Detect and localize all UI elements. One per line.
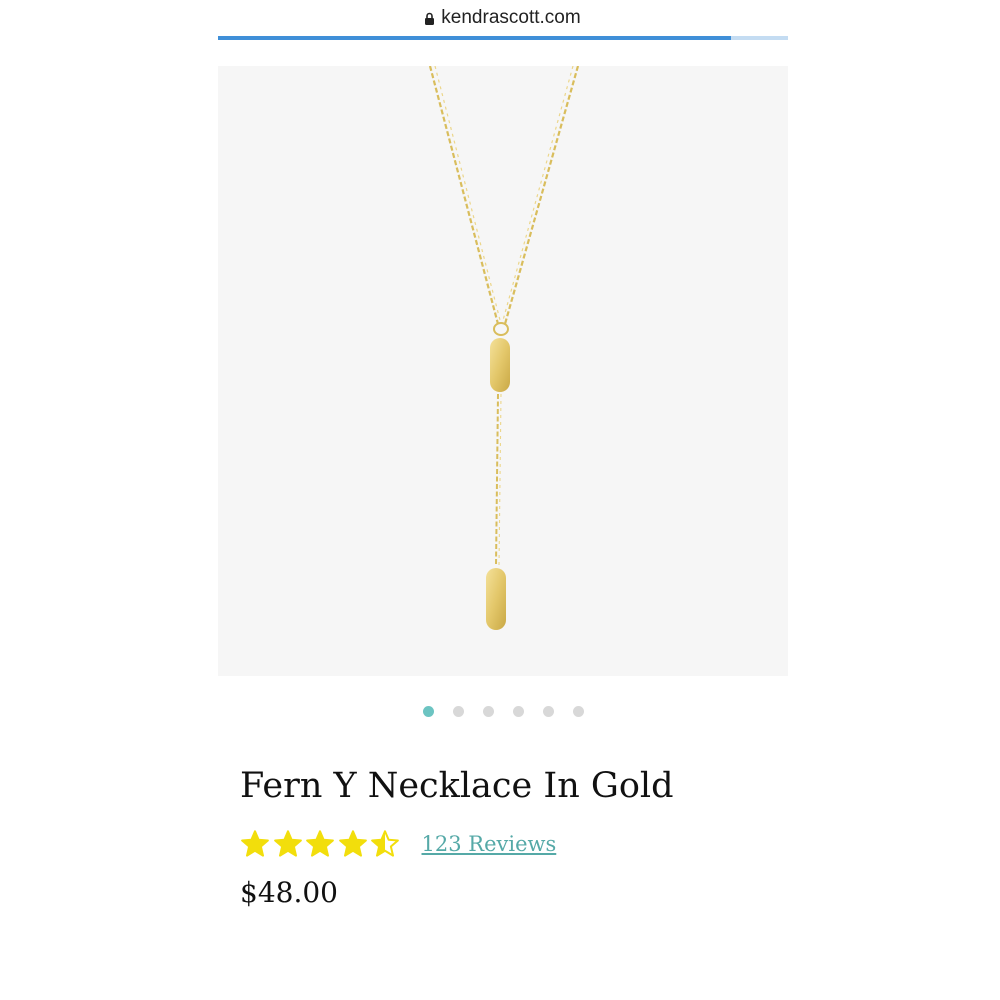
carousel-dot[interactable]: [422, 705, 434, 717]
lock-icon: [425, 12, 435, 25]
star-icon: [371, 830, 399, 857]
star-icon: [273, 830, 302, 857]
necklace-image: [428, 65, 580, 630]
page-load-progress: [218, 36, 788, 40]
carousel-dot[interactable]: [512, 705, 524, 717]
page-load-progress-fill: [218, 36, 731, 40]
reviews-link[interactable]: 123 Reviews: [422, 832, 557, 856]
product-title: Fern Y Necklace In Gold: [240, 766, 674, 806]
rating-stars: [240, 829, 403, 859]
address-bar[interactable]: kendrascott.com: [218, 0, 788, 36]
carousel-dot[interactable]: [482, 705, 494, 717]
url-text: kendrascott.com: [441, 7, 581, 28]
product-rating: 123 Reviews: [240, 827, 556, 861]
carousel-dot[interactable]: [452, 705, 464, 717]
star-icon: [306, 830, 334, 857]
carousel-dot[interactable]: [572, 705, 584, 717]
product-price: $48.00: [240, 876, 338, 909]
star-icon: [338, 830, 367, 857]
image-carousel-pagination: [218, 703, 788, 719]
star-icon: [241, 830, 269, 857]
product-image[interactable]: [218, 65, 788, 676]
carousel-dot[interactable]: [542, 705, 554, 717]
